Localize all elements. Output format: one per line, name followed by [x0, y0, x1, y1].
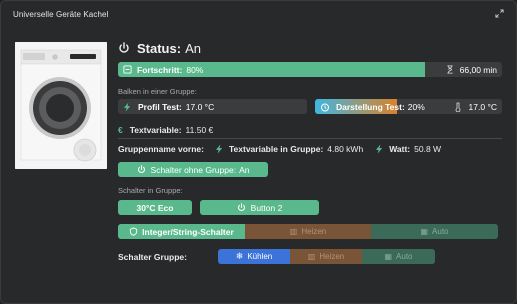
- darstellung-value: 20%: [407, 101, 425, 112]
- progress-label: Fortschritt:: [137, 64, 183, 75]
- switch-no-group-button[interactable]: Schalter ohne Gruppe: An: [118, 162, 268, 177]
- power-icon: [119, 42, 129, 53]
- divider: [118, 138, 502, 139]
- auto-icon: ▦: [420, 227, 429, 236]
- textvariable-label: Textvariable:: [129, 125, 182, 135]
- darstellung-bar: Darstellung Test: 20% 17.0 °C: [315, 99, 502, 114]
- progress-time: 66,00 min: [459, 64, 497, 75]
- power-icon: [237, 203, 245, 211]
- heizen-button[interactable]: ▥ Heizen: [290, 249, 362, 264]
- power-icon: [137, 165, 145, 173]
- kuehlen-label: Kühlen: [247, 252, 273, 261]
- lightning-icon: [215, 144, 223, 154]
- heizen-label: Heizen: [319, 252, 345, 261]
- integer-switch-active[interactable]: Integer/String-Schalter: [118, 224, 245, 239]
- integer-switch-auto[interactable]: ▦ Auto: [371, 224, 498, 239]
- lightning-icon: [376, 144, 383, 154]
- eco-button[interactable]: 30°C Eco: [118, 200, 192, 215]
- switch-group-row-text: Schalter Gruppe:: [118, 252, 187, 262]
- status-value: An: [185, 40, 201, 56]
- progress-bar: Fortschritt: 80% 66,00 min: [118, 62, 502, 77]
- group-text-label: Textvariable in Gruppe:: [228, 144, 324, 154]
- integer-switch-heizen[interactable]: ▥ Heizen: [245, 224, 371, 239]
- group-front-row: Gruppenname vorne: Textvariable in Grupp…: [118, 143, 441, 155]
- group-text-value: 4.80 kWh: [327, 144, 364, 154]
- textvariable-row: € Textvariable: 11.50 €: [118, 124, 213, 136]
- integer-heizen-label: Heizen: [301, 227, 327, 236]
- snowflake-icon: ❄: [235, 251, 244, 261]
- auto-label: Auto: [396, 252, 413, 261]
- button-2[interactable]: Button 2: [200, 200, 319, 215]
- integer-switch-label: Integer/String-Schalter: [142, 226, 234, 237]
- switch-group-row-label: Schalter Gruppe:: [118, 251, 187, 263]
- progress-icon: [123, 65, 132, 74]
- switch-no-group-label: Schalter ohne Gruppe:: [150, 164, 237, 175]
- button-2-label: Button 2: [250, 202, 283, 213]
- heater-icon: ▥: [307, 252, 316, 261]
- expand-icon[interactable]: [495, 9, 504, 18]
- status-label: Status:: [137, 40, 182, 56]
- alarm-clock-icon: [321, 103, 329, 111]
- euro-icon: €: [118, 125, 123, 135]
- thermometer-icon: [455, 102, 460, 112]
- tile-title: Universelle Geräte Kachel: [13, 10, 109, 19]
- lightning-icon: [123, 102, 131, 111]
- shield-icon: [130, 227, 138, 236]
- profil-bar: Profil Test: 17.0 °C: [118, 99, 307, 114]
- heater-icon: ▥: [289, 227, 298, 236]
- eco-label: 30°C Eco: [136, 202, 174, 213]
- watt-label: Watt:: [389, 144, 411, 154]
- profil-value: 17.0 °C: [185, 101, 215, 112]
- group-front-label: Gruppenname vorne:: [118, 144, 204, 154]
- profil-label: Profil Test:: [138, 101, 182, 112]
- textvariable-value: 11.50 €: [185, 125, 214, 135]
- washer-image: [15, 42, 107, 169]
- darstellung-label: Darstellung Test:: [336, 101, 405, 112]
- auto-icon: ▦: [384, 252, 393, 261]
- status-row: Status: An: [118, 40, 201, 56]
- auto-button[interactable]: ▦ Auto: [362, 249, 435, 264]
- hourglass-icon: [446, 65, 453, 74]
- integer-auto-label: Auto: [432, 227, 449, 236]
- kuehlen-button[interactable]: ❄ Kühlen: [218, 249, 290, 264]
- device-tile: Universelle Geräte Kachel Status: An For…: [0, 0, 517, 304]
- switch-no-group-value: An: [239, 164, 250, 175]
- bars-group-label: Balken in einer Gruppe:: [118, 87, 197, 96]
- progress-value: 80%: [186, 64, 204, 75]
- switch-group-label: Schalter in Gruppe:: [118, 186, 183, 195]
- darstellung-temp: 17.0 °C: [468, 101, 497, 112]
- watt-value: 50.8 W: [414, 144, 442, 154]
